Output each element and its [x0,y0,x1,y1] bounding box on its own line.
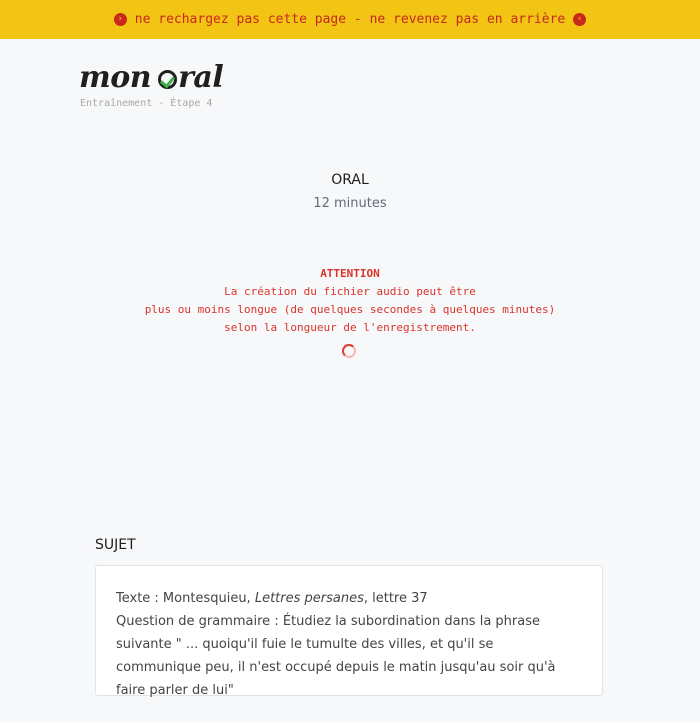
attention-notice: ATTENTION La création du fichier audio p… [0,265,700,337]
chevron-circle-right-icon: › [113,13,127,26]
attention-heading: ATTENTION [320,267,380,280]
step-label: Entraînement - Étape 4 [80,98,213,109]
sujet-text-suffix: , lettre 37 [363,591,428,606]
chevron-circle-left-icon: ‹ [573,13,587,26]
oral-title: ORAL [331,172,369,188]
loading-spinner-icon [342,344,356,358]
attention-line-3: selon la longueur de l'enregistrement. [224,321,476,334]
sujet-label: SUJET [95,537,136,553]
warning-banner: › ne rechargez pas cette page - ne reven… [0,0,700,39]
logo-part-mon: mon [79,60,152,95]
sujet-text-prefix: Texte : Montesquieu, [116,591,255,606]
oral-duration: 12 minutes [313,196,387,211]
banner-text: ne rechargez pas cette page - ne revenez… [134,12,566,27]
sujet-card: Texte : Montesquieu, Lettres persanes, l… [95,565,603,698]
app-logo[interactable]: mon ral [79,60,224,95]
check-o-icon [158,70,178,89]
sujet-question: Question de grammaire : Étudiez la subor… [116,614,556,698]
attention-line-1: La création du fichier audio peut être [224,285,476,298]
sujet-text-line: Texte : Montesquieu, Lettres persanes, l… [116,587,582,610]
attention-line-2: plus ou moins longue (de quelques second… [144,303,556,316]
sujet-text-title: Lettres persanes [254,591,364,606]
logo-part-ral: ral [178,60,224,95]
